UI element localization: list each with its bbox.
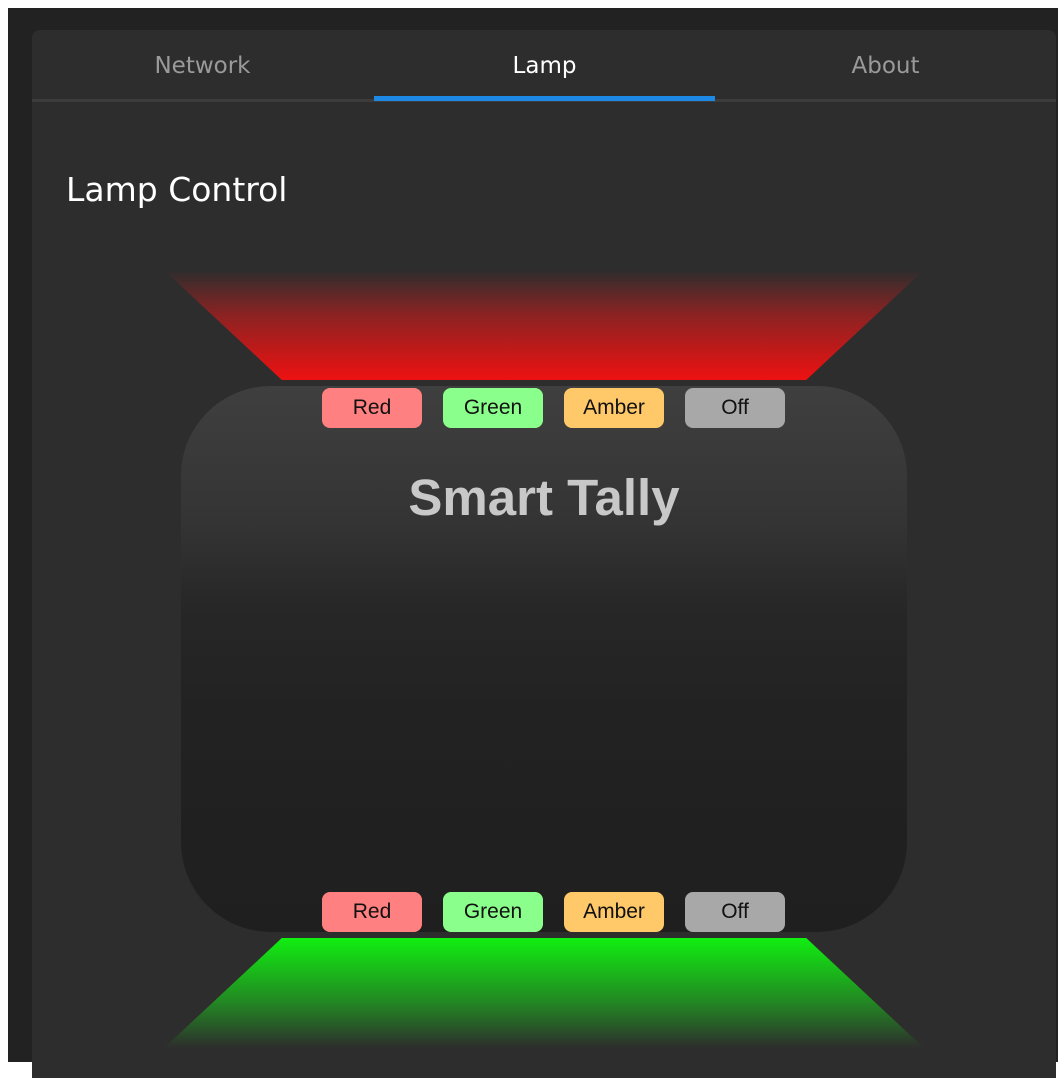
bottom-lamp-controls: Red Green Amber Off xyxy=(322,892,785,932)
top-lamp-controls: Red Green Amber Off xyxy=(322,388,785,428)
tab-bar: Network Lamp About xyxy=(32,30,1056,102)
active-tab-indicator xyxy=(374,96,715,101)
page-title: Lamp Control xyxy=(66,170,288,209)
tab-about[interactable]: About xyxy=(715,30,1056,102)
device-title: Smart Tally xyxy=(408,469,680,526)
top-red-button[interactable]: Red xyxy=(322,388,422,428)
bottom-red-button[interactable]: Red xyxy=(322,892,422,932)
top-green-button[interactable]: Green xyxy=(443,388,543,428)
top-amber-button[interactable]: Amber xyxy=(564,388,664,428)
browser-viewport: Network Lamp About Lamp Control Smart Ta… xyxy=(8,8,1058,1078)
tally-device: Smart Tally xyxy=(181,386,907,932)
top-lamp-beam xyxy=(164,270,924,380)
top-off-button[interactable]: Off xyxy=(685,388,785,428)
bottom-green-button[interactable]: Green xyxy=(443,892,543,932)
app-panel: Network Lamp About Lamp Control Smart Ta… xyxy=(32,30,1056,1078)
bottom-amber-button[interactable]: Amber xyxy=(564,892,664,932)
bottom-off-button[interactable]: Off xyxy=(685,892,785,932)
tab-network[interactable]: Network xyxy=(32,30,373,102)
bottom-lamp-beam xyxy=(164,938,924,1048)
tab-lamp[interactable]: Lamp xyxy=(374,30,715,102)
